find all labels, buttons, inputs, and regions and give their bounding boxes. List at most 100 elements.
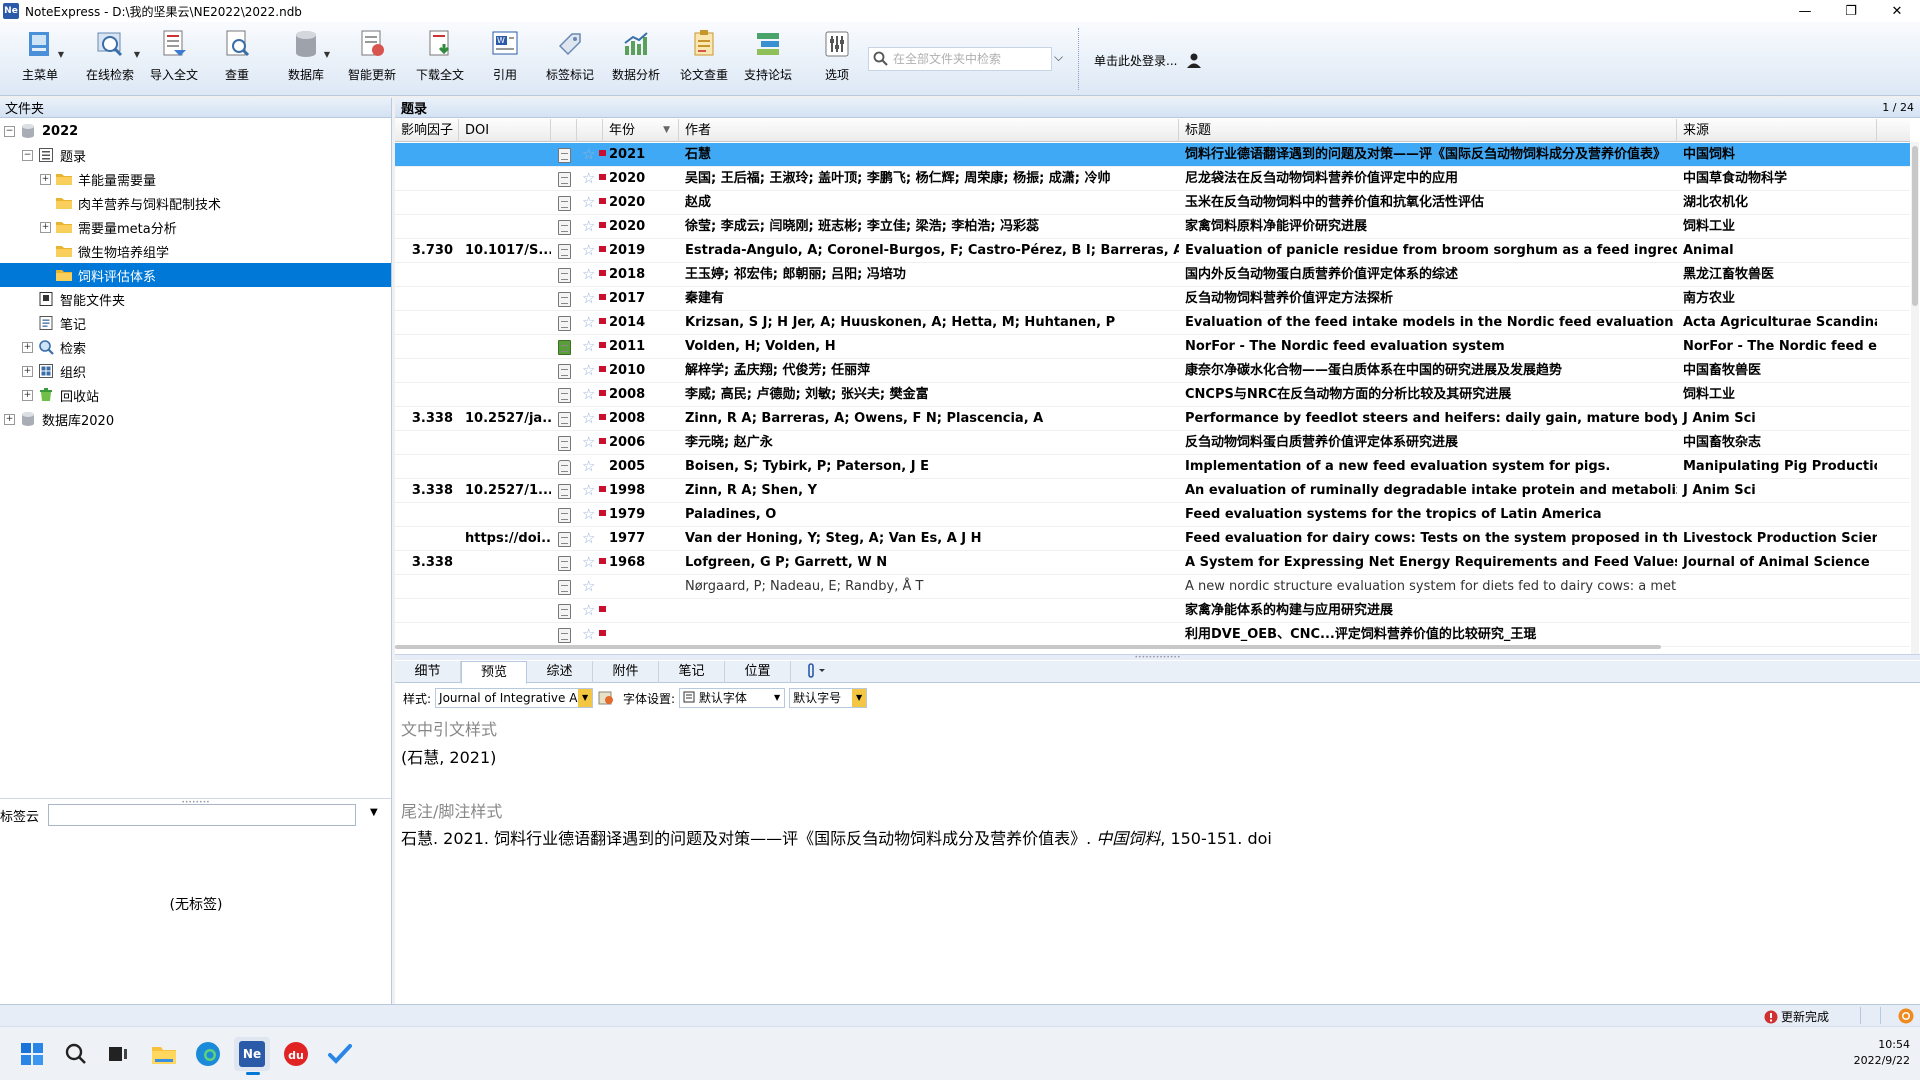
star-icon[interactable]: ☆ xyxy=(582,289,595,307)
star-icon[interactable]: ☆ xyxy=(582,169,595,187)
table-row[interactable]: ☆ 2008 李威; 高民; 卢德勋; 刘敏; 张兴夫; 樊金富 CNCPS与NRC在… xyxy=(395,383,1910,407)
star-header[interactable] xyxy=(577,119,603,142)
document-icon[interactable] xyxy=(558,364,571,379)
options-button[interactable]: 选项 xyxy=(820,28,854,90)
table-row[interactable]: ☆ 家禽净能体系的构建与应用研究进展 xyxy=(395,599,1910,623)
dropdown-arrow-icon[interactable]: ▼ xyxy=(58,50,64,59)
star-icon[interactable]: ☆ xyxy=(582,529,595,547)
cite-button[interactable]: W 引用 xyxy=(488,28,522,90)
table-row[interactable]: ☆ 2011 Volden, H; Volden, H NorFor - The No… xyxy=(395,335,1910,359)
impact-factor-header[interactable]: 影响因子 xyxy=(395,119,459,142)
star-icon[interactable]: ☆ xyxy=(582,217,595,235)
star-icon[interactable]: ☆ xyxy=(582,433,595,451)
update-status[interactable]: 更新完成 xyxy=(1764,1008,1829,1025)
login-link[interactable]: 单击此处登录... xyxy=(1094,51,1203,69)
document-icon[interactable] xyxy=(558,484,571,499)
expand-toggle-icon[interactable]: + xyxy=(40,173,51,185)
support-forum-button[interactable]: 支持论坛 xyxy=(744,28,792,90)
year-header[interactable]: 年份 ▼ xyxy=(603,119,679,142)
app-red-icon[interactable]: du xyxy=(278,1037,314,1071)
expand-toggle-icon[interactable]: + xyxy=(22,365,33,377)
star-icon[interactable]: ☆ xyxy=(582,193,595,211)
table-row[interactable]: ☆ 2018 王玉婷; 祁宏伟; 郎朝丽; 吕阳; 冯培功 国内外反刍动物蛋白质营养价… xyxy=(395,263,1910,287)
expand-toggle-icon[interactable]: − xyxy=(22,149,33,161)
search-icon[interactable] xyxy=(58,1037,94,1071)
table-row[interactable]: ☆ 2021 石慧 饲料行业德语翻译遇到的问题及对策——评《国际反刍动物饲料成分及营养… xyxy=(395,143,1910,167)
detail-splitter[interactable]: ••••••••••••• xyxy=(395,654,1920,661)
document-icon[interactable] xyxy=(558,508,571,523)
folder-node[interactable]: + 检索 xyxy=(0,335,86,359)
star-icon[interactable]: ☆ xyxy=(582,577,595,595)
expand-toggle-icon[interactable]: + xyxy=(22,341,33,353)
star-icon[interactable]: ☆ xyxy=(582,457,595,475)
duplicate-check-button[interactable]: 查重 xyxy=(220,28,254,90)
table-row[interactable]: ☆ Nørgaard, P; Nadeau, E; Randby, Å T A ne… xyxy=(395,575,1910,599)
maximize-button[interactable]: ❐ xyxy=(1828,0,1874,22)
database-button[interactable]: 数据库 ▼ xyxy=(288,28,330,90)
title-header[interactable]: 标题 xyxy=(1179,119,1677,142)
tab-attachments[interactable]: 附件 xyxy=(593,661,659,683)
close-button[interactable]: ✕ xyxy=(1874,0,1920,22)
table-row[interactable]: ☆ 2005 Boisen, S; Tybirk, P; Paterson, J E… xyxy=(395,455,1910,479)
document-icon[interactable] xyxy=(558,196,571,211)
expand-toggle-icon[interactable]: + xyxy=(22,389,33,401)
source-header[interactable]: 来源 xyxy=(1677,119,1877,142)
tab-summary[interactable]: 综述 xyxy=(527,661,593,683)
horizontal-scrollbar[interactable] xyxy=(395,645,1661,649)
star-icon[interactable]: ☆ xyxy=(582,361,595,379)
star-icon[interactable]: ☆ xyxy=(582,337,595,355)
document-icon[interactable] xyxy=(558,580,571,595)
document-icon[interactable] xyxy=(558,316,571,331)
star-icon[interactable]: ☆ xyxy=(582,625,595,643)
table-row[interactable]: ☆ 2014 Krizsan, S J; H Jer, A; Huuskonen, … xyxy=(395,311,1910,335)
table-row[interactable]: 3.338 10.2527/1... ☆ 1998 Zinn, R A; Shen, Y… xyxy=(395,479,1910,503)
author-header[interactable]: 作者 xyxy=(679,119,1179,142)
tab-details[interactable]: 细节 xyxy=(395,661,461,683)
file-explorer-icon[interactable] xyxy=(146,1037,182,1071)
dropdown-arrow-icon[interactable]: ▼ xyxy=(134,50,140,59)
document-icon[interactable] xyxy=(558,460,571,475)
data-analysis-button[interactable]: 数据分析 xyxy=(612,28,660,90)
main-menu-button[interactable]: 主菜单 ▼ xyxy=(22,28,64,90)
edge-icon[interactable] xyxy=(190,1037,226,1071)
folder-node[interactable]: + 回收站 xyxy=(0,383,99,407)
document-icon[interactable] xyxy=(558,388,571,403)
folder-node[interactable]: 饲料评估体系 xyxy=(0,263,391,287)
expand-toggle-icon[interactable]: + xyxy=(40,221,51,233)
doi-header[interactable]: DOI xyxy=(459,119,551,142)
vertical-scrollbar[interactable] xyxy=(1911,142,1919,657)
document-icon[interactable] xyxy=(558,532,571,547)
style-manager-icon[interactable] xyxy=(597,689,615,707)
expand-toggle-icon[interactable]: + xyxy=(4,413,15,425)
download-fulltext-button[interactable]: 下载全文 xyxy=(416,28,464,90)
font-size-select[interactable]: 默认字号 ▼ xyxy=(789,688,868,708)
online-search-button[interactable]: 在线检索 ▼ xyxy=(86,28,140,90)
expand-toggle-icon[interactable]: − xyxy=(4,125,15,137)
folder-node[interactable]: − 2022 xyxy=(0,119,78,143)
table-row[interactable]: https://doi... ☆ 1977 Van der Honing, Y; St… xyxy=(395,527,1910,551)
table-row[interactable]: ☆ 利用DVE_OEB、CNC...评定饲料营养价值的比较研究_王琨 xyxy=(395,623,1910,647)
table-row[interactable]: ☆ 2017 秦建有 反刍动物饲料营养价值评定方法探析 南方农业 xyxy=(395,287,1910,311)
todo-icon[interactable] xyxy=(322,1037,358,1071)
star-icon[interactable]: ☆ xyxy=(582,553,595,571)
document-icon[interactable] xyxy=(558,436,571,451)
folder-node[interactable]: 微生物培养组学 xyxy=(0,239,169,263)
font-select[interactable]: 默认字体 ▼ xyxy=(679,688,786,708)
document-icon[interactable] xyxy=(558,412,571,427)
notification-icon[interactable] xyxy=(1898,1008,1914,1024)
folder-node[interactable]: + 数据库2020 xyxy=(0,407,114,431)
document-icon[interactable] xyxy=(558,148,571,163)
document-icon[interactable] xyxy=(558,340,571,355)
star-icon[interactable]: ☆ xyxy=(582,385,595,403)
folder-node[interactable]: 肉羊营养与饲料配制技术 xyxy=(0,191,221,215)
tag-input[interactable] xyxy=(48,804,356,826)
folder-node[interactable]: + 需要量meta分析 xyxy=(0,215,177,239)
tag-mark-button[interactable]: 标签标记 xyxy=(546,28,594,90)
smart-update-button[interactable]: 智能更新 xyxy=(348,28,396,90)
folder-node[interactable]: 笔记 xyxy=(0,311,86,335)
tag-dropdown-icon[interactable]: ▼ xyxy=(370,807,378,818)
document-icon[interactable] xyxy=(558,172,571,187)
folder-node[interactable]: + 羊能量需要量 xyxy=(0,167,156,191)
star-icon[interactable]: ☆ xyxy=(582,505,595,523)
tab-preview[interactable]: 预览 xyxy=(461,661,527,684)
